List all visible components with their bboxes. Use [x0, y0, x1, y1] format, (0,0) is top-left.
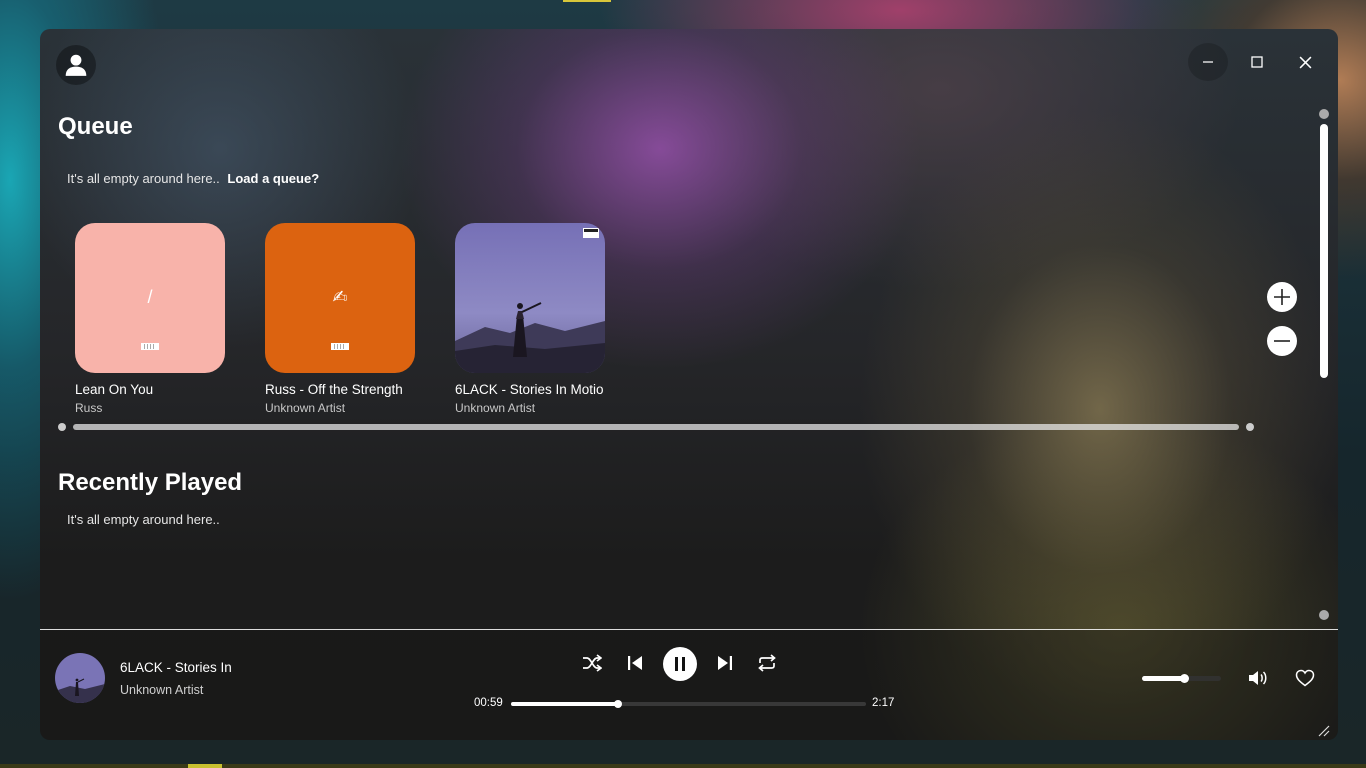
- recent-empty-message: It's all empty around here..: [67, 512, 220, 527]
- music-player-window: Queue It's all empty around here.. Load …: [40, 29, 1338, 740]
- queue-card[interactable]: / Lean On You Russ: [75, 223, 235, 415]
- close-icon: [1299, 56, 1311, 68]
- track-artist: Russ: [75, 401, 103, 415]
- mute-button[interactable]: [1246, 666, 1270, 690]
- repeat-button[interactable]: [752, 648, 782, 678]
- player-bar: 6LACK - Stories In Motion Unknown Artist: [40, 629, 1338, 740]
- track-title: Lean On You: [75, 382, 154, 397]
- resize-grip-lines: [1318, 725, 1330, 737]
- minimize-icon: [1203, 61, 1213, 63]
- resize-grip-icon[interactable]: [1318, 724, 1330, 737]
- skip-previous-icon: [628, 656, 642, 670]
- elapsed-time: 00:59: [474, 697, 503, 709]
- volume-slider[interactable]: [1142, 674, 1221, 683]
- queue-heading: Queue: [58, 113, 133, 140]
- album-art: ✍: [265, 223, 415, 373]
- album-art-image: [55, 653, 105, 703]
- horizontal-scrollbar[interactable]: [73, 424, 1239, 430]
- next-button[interactable]: [710, 648, 740, 678]
- heart-icon: [1295, 669, 1315, 687]
- scroll-right-arrow[interactable]: [1246, 423, 1254, 431]
- album-art-glyph: /: [147, 287, 153, 307]
- track-artist: Unknown Artist: [455, 401, 536, 415]
- taskbar-edge: [0, 764, 1366, 768]
- close-button[interactable]: [1285, 43, 1325, 81]
- track-title: 6LACK - Stories In Motio: [455, 382, 604, 397]
- seek-bar[interactable]: [511, 700, 866, 708]
- volume-slider-handle[interactable]: [1180, 674, 1190, 683]
- user-icon: [65, 54, 87, 76]
- volume-slider-fill: [1142, 676, 1186, 681]
- queue-empty-message: It's all empty around here.. Load a queu…: [67, 171, 319, 186]
- minus-icon: [1274, 340, 1290, 342]
- album-art-logo: [331, 343, 349, 350]
- album-art-image: [455, 223, 605, 373]
- repeat-icon: [758, 654, 776, 672]
- queue-empty-text: It's all empty around here..: [67, 171, 220, 186]
- previous-button[interactable]: [620, 648, 650, 678]
- favorite-button[interactable]: [1293, 666, 1317, 690]
- album-art: [455, 223, 605, 373]
- shuffle-button[interactable]: [577, 648, 607, 678]
- track-artist: Unknown Artist: [265, 401, 346, 415]
- album-art: /: [75, 223, 225, 373]
- user-profile-button[interactable]: [56, 45, 96, 85]
- minimize-button[interactable]: [1188, 43, 1228, 81]
- album-art-logo: [141, 343, 159, 350]
- album-art-glyph: ✍: [332, 287, 348, 307]
- maximize-icon: [1251, 56, 1263, 68]
- now-playing-artist: Unknown Artist: [120, 683, 204, 697]
- play-pause-button[interactable]: [663, 647, 697, 681]
- seek-bar-fill: [511, 702, 618, 706]
- skip-next-icon: [718, 656, 732, 670]
- now-playing-art[interactable]: [55, 653, 105, 703]
- load-queue-link[interactable]: Load a queue?: [227, 171, 319, 186]
- seek-bar-handle[interactable]: [613, 700, 622, 708]
- desktop-background-strip: [563, 0, 611, 2]
- recently-played-heading: Recently Played: [58, 469, 243, 496]
- maximize-button[interactable]: [1237, 43, 1277, 81]
- scroll-down-arrow[interactable]: [1319, 610, 1329, 620]
- pause-icon: [675, 657, 685, 671]
- queue-card[interactable]: ✍ Russ - Off the Strength Unknown Artist: [265, 223, 425, 415]
- scroll-up-arrow[interactable]: [1319, 109, 1329, 119]
- now-playing-title: 6LACK - Stories In Motion: [120, 660, 232, 675]
- volume-icon: [1249, 671, 1267, 685]
- vertical-scrollbar[interactable]: [1320, 124, 1328, 378]
- shuffle-icon: [583, 654, 602, 672]
- track-title: Russ - Off the Strength: [265, 382, 403, 397]
- zoom-in-button[interactable]: [1267, 282, 1297, 312]
- total-time: 2:17: [872, 697, 895, 709]
- plus-icon: [1274, 289, 1290, 305]
- taskbar-indicator: [188, 764, 222, 768]
- zoom-out-button[interactable]: [1267, 326, 1297, 356]
- queue-card[interactable]: 6LACK - Stories In Motio Unknown Artist: [455, 223, 615, 415]
- scroll-left-arrow[interactable]: [58, 423, 66, 431]
